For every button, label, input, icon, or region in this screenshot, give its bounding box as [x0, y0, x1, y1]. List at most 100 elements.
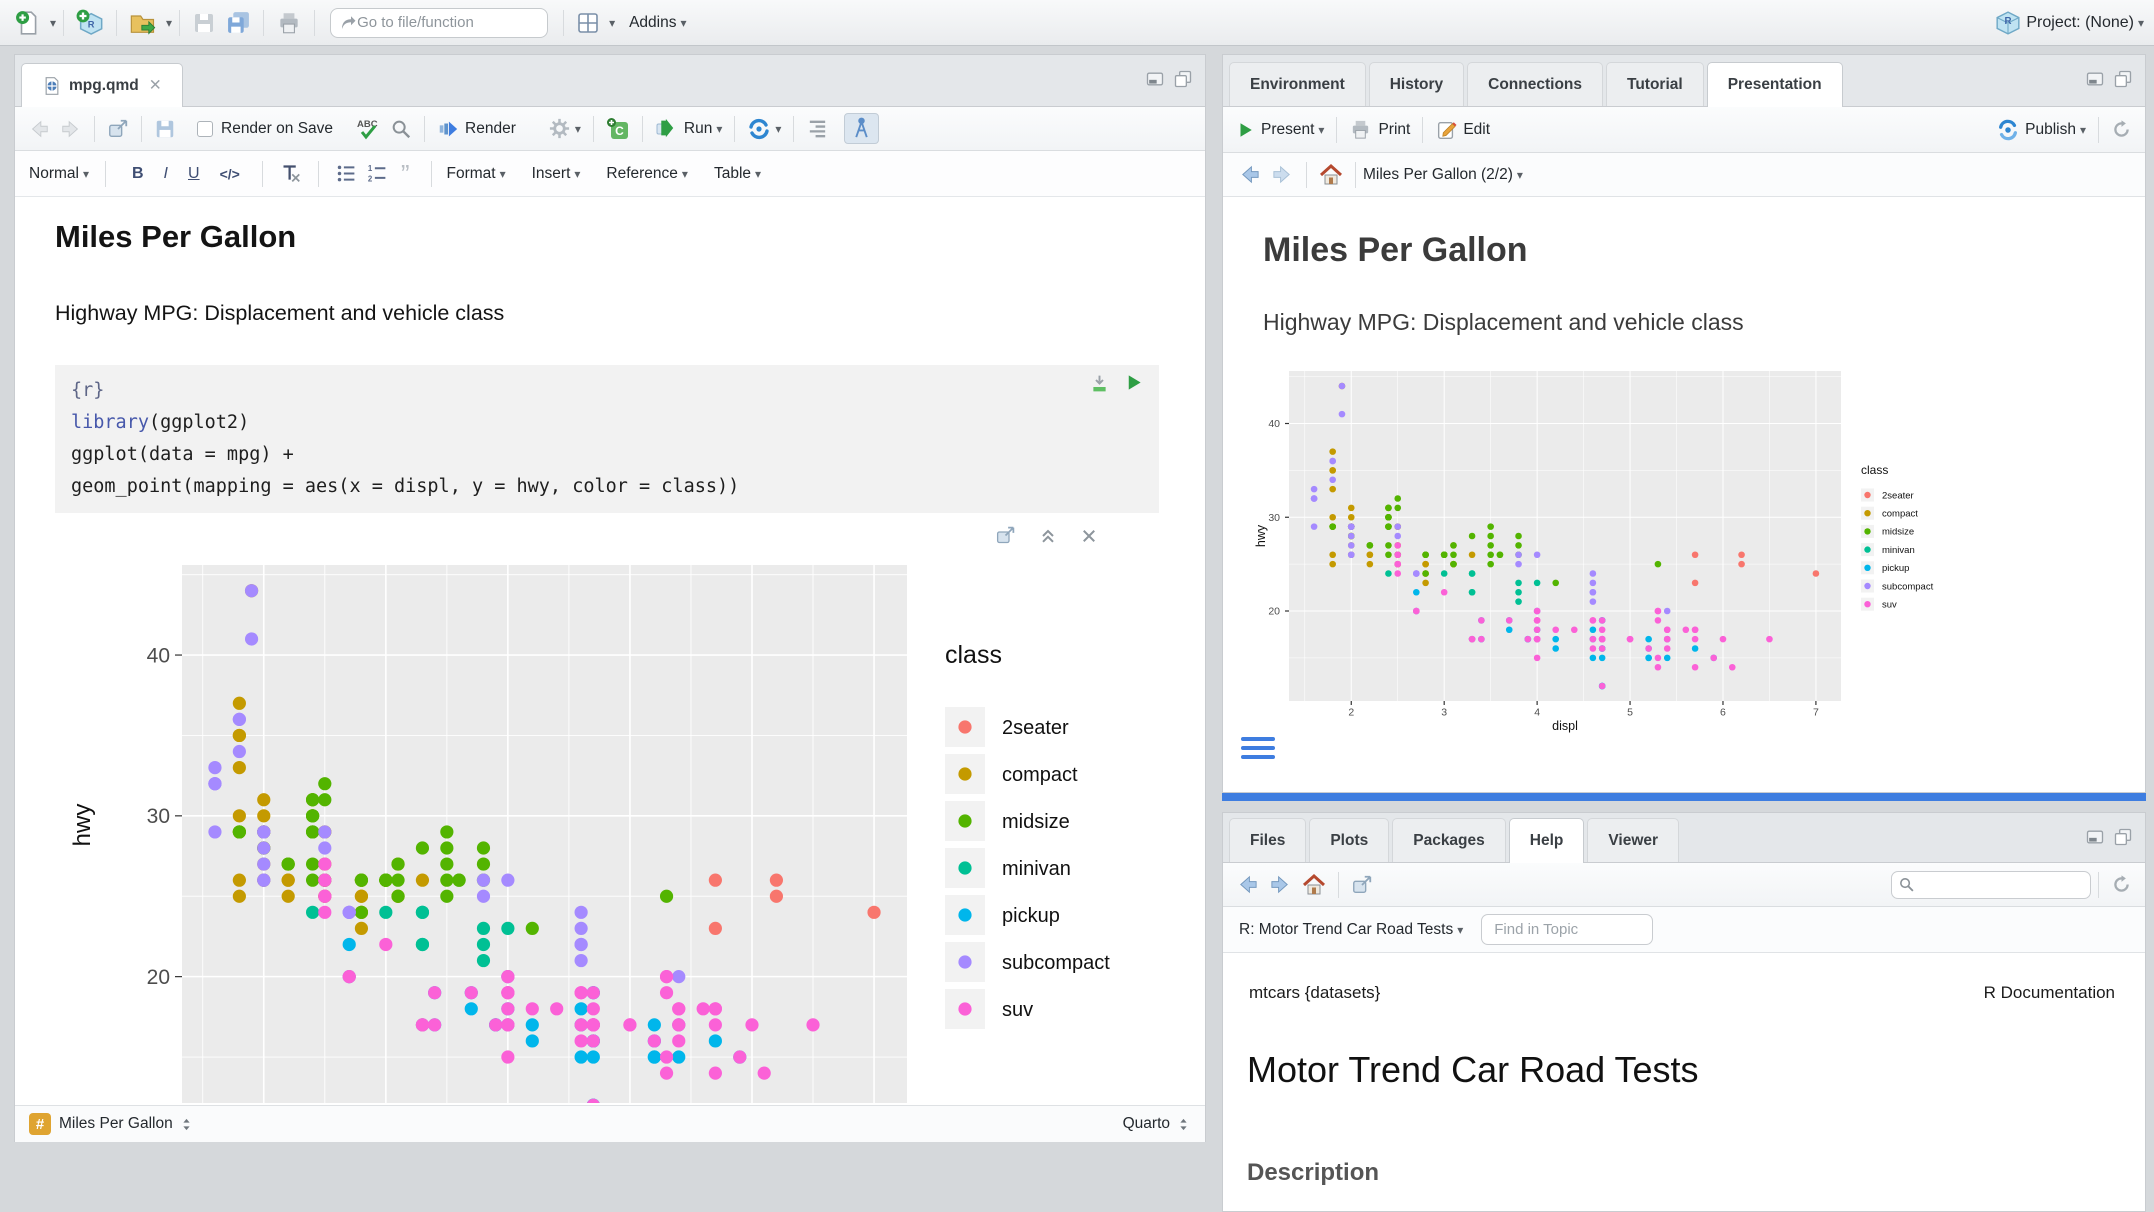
- slide-home-icon[interactable]: [1314, 160, 1348, 190]
- underline-button[interactable]: U: [188, 165, 200, 183]
- svg-text:compact: compact: [1882, 509, 1918, 520]
- edit-presentation-button[interactable]: Edit: [1430, 116, 1495, 144]
- new-file-dropdown[interactable]: ▾: [50, 16, 56, 30]
- slide-menu-icon[interactable]: [1241, 737, 1275, 764]
- print-presentation-button[interactable]: Print: [1344, 115, 1415, 144]
- source-rerun-icon[interactable]: ▾: [742, 114, 786, 144]
- help-back-icon[interactable]: [1231, 870, 1264, 899]
- slide-back-icon[interactable]: [1233, 160, 1266, 189]
- tab-history[interactable]: History: [1369, 62, 1464, 106]
- project-menu[interactable]: Project: (None): [2026, 14, 2134, 32]
- goto-file-search[interactable]: [330, 8, 548, 38]
- section-jump-menu[interactable]: Miles Per Gallon: [59, 1115, 173, 1133]
- code-button[interactable]: </>: [220, 166, 240, 182]
- bullet-list-icon[interactable]: [331, 160, 362, 187]
- chunk-output-popout-icon[interactable]: [995, 525, 1016, 546]
- print-button[interactable]: [271, 7, 307, 39]
- popout-icon[interactable]: [102, 115, 134, 143]
- maximize-pane-icon[interactable]: [1173, 69, 1193, 89]
- clear-output-icon[interactable]: [1080, 527, 1098, 545]
- minimize-pane-icon[interactable]: [2085, 827, 2105, 847]
- outline-toggle-icon[interactable]: [801, 114, 834, 143]
- tab-plots[interactable]: Plots: [1309, 818, 1389, 862]
- help-refresh-icon[interactable]: [2106, 871, 2137, 898]
- table-menu[interactable]: Table: [714, 165, 751, 183]
- tab-mpg-qmd[interactable]: mpg.qmd ✕: [21, 63, 183, 107]
- clear-formatting-icon[interactable]: [275, 160, 306, 187]
- help-forward-icon[interactable]: [1264, 870, 1297, 899]
- new-project-button[interactable]: [71, 6, 109, 40]
- visual-editor-toggle-icon[interactable]: [844, 113, 879, 144]
- reference-menu[interactable]: Reference: [606, 165, 678, 183]
- format-menu[interactable]: Format: [446, 165, 495, 183]
- svg-text:pickup: pickup: [1882, 563, 1909, 574]
- minimize-pane-icon[interactable]: [2085, 69, 2105, 89]
- focused-pane-indicator: [1222, 793, 2146, 801]
- render-button[interactable]: Render: [432, 115, 521, 143]
- back-icon[interactable]: [23, 115, 55, 143]
- minimize-pane-icon[interactable]: [1145, 69, 1165, 89]
- save-all-button[interactable]: [221, 7, 256, 38]
- insert-chunk-icon[interactable]: [601, 114, 635, 144]
- addins-menu[interactable]: Addins: [629, 14, 676, 32]
- tab-environment[interactable]: Environment: [1229, 62, 1366, 106]
- open-recent-dropdown[interactable]: ▾: [166, 16, 172, 30]
- slide-title-menu[interactable]: Miles Per Gallon (2/2): [1363, 166, 1513, 184]
- open-file-button[interactable]: [124, 6, 162, 40]
- svg-text:3: 3: [1441, 707, 1447, 719]
- help-popout-icon[interactable]: [1346, 871, 1378, 899]
- italic-button[interactable]: I: [164, 165, 168, 183]
- spellcheck-icon[interactable]: [351, 114, 385, 144]
- run-chunk-icon[interactable]: [1124, 373, 1143, 392]
- maximize-pane-icon[interactable]: [2113, 827, 2133, 847]
- svg-text:20: 20: [147, 966, 170, 989]
- maximize-pane-icon[interactable]: [2113, 69, 2133, 89]
- editor-status-bar: # Miles Per Gallon Quarto: [15, 1105, 1205, 1142]
- tab-connections[interactable]: Connections: [1467, 62, 1603, 106]
- collapse-output-icon[interactable]: [1038, 526, 1058, 546]
- render-settings-icon[interactable]: ▾: [543, 114, 586, 143]
- numbered-list-icon[interactable]: [362, 160, 393, 187]
- tab-tutorial[interactable]: Tutorial: [1606, 62, 1704, 106]
- bold-button[interactable]: B: [132, 165, 144, 183]
- tab-presentation[interactable]: Presentation: [1707, 62, 1843, 107]
- save-doc-icon[interactable]: [149, 115, 181, 143]
- tab-packages[interactable]: Packages: [1392, 818, 1506, 862]
- help-document[interactable]: mtcars {datasets} R Documentation Motor …: [1223, 953, 2145, 1211]
- goto-file-input[interactable]: [357, 14, 517, 31]
- find-replace-icon[interactable]: [385, 115, 417, 143]
- find-in-topic-input[interactable]: [1481, 914, 1653, 945]
- run-chunks-above-icon[interactable]: [1089, 373, 1110, 394]
- help-home-icon[interactable]: [1297, 870, 1331, 900]
- close-tab-icon[interactable]: ✕: [149, 76, 162, 95]
- new-file-button[interactable]: [10, 7, 46, 39]
- svg-text:hwy: hwy: [1254, 524, 1268, 547]
- save-button[interactable]: [187, 8, 221, 38]
- help-topic-menu[interactable]: R: Motor Trend Car Road Tests: [1239, 921, 1453, 939]
- insert-menu[interactable]: Insert: [532, 165, 571, 183]
- pane-layout-dropdown[interactable]: ▾: [609, 16, 615, 30]
- svg-text:30: 30: [147, 805, 170, 828]
- tab-viewer[interactable]: Viewer: [1587, 818, 1679, 862]
- forward-icon[interactable]: [55, 115, 87, 143]
- document-canvas[interactable]: Miles Per Gallon Highway MPG: Displaceme…: [15, 197, 1205, 1105]
- publish-button[interactable]: Publish▾: [1992, 116, 2091, 144]
- doc-mode-menu[interactable]: Quarto: [1123, 1115, 1170, 1133]
- paragraph-style-select[interactable]: Normal: [29, 165, 79, 183]
- svg-text:2seater: 2seater: [1882, 490, 1914, 501]
- run-button[interactable]: Run▾: [650, 114, 727, 144]
- presentation-slide[interactable]: Miles Per Gallon Highway MPG: Displaceme…: [1223, 197, 2145, 792]
- tab-help[interactable]: Help: [1509, 818, 1585, 863]
- refresh-presentation-icon[interactable]: [2106, 116, 2137, 143]
- help-page-title: Motor Trend Car Road Tests: [1247, 1049, 1699, 1091]
- present-button[interactable]: Present▾: [1231, 118, 1329, 142]
- pane-layout-button[interactable]: [571, 8, 605, 38]
- tab-files[interactable]: Files: [1229, 818, 1306, 862]
- help-search-box[interactable]: [1891, 871, 2091, 899]
- r-code-chunk[interactable]: {r} library(ggplot2) ggplot(data = mpg) …: [55, 365, 1159, 513]
- help-search-input[interactable]: [1915, 877, 2075, 893]
- blockquote-button[interactable]: ”: [401, 169, 410, 179]
- slide-forward-icon[interactable]: [1266, 160, 1299, 189]
- svg-text:6: 6: [1720, 707, 1726, 719]
- render-on-save-checkbox[interactable]: [197, 121, 213, 137]
